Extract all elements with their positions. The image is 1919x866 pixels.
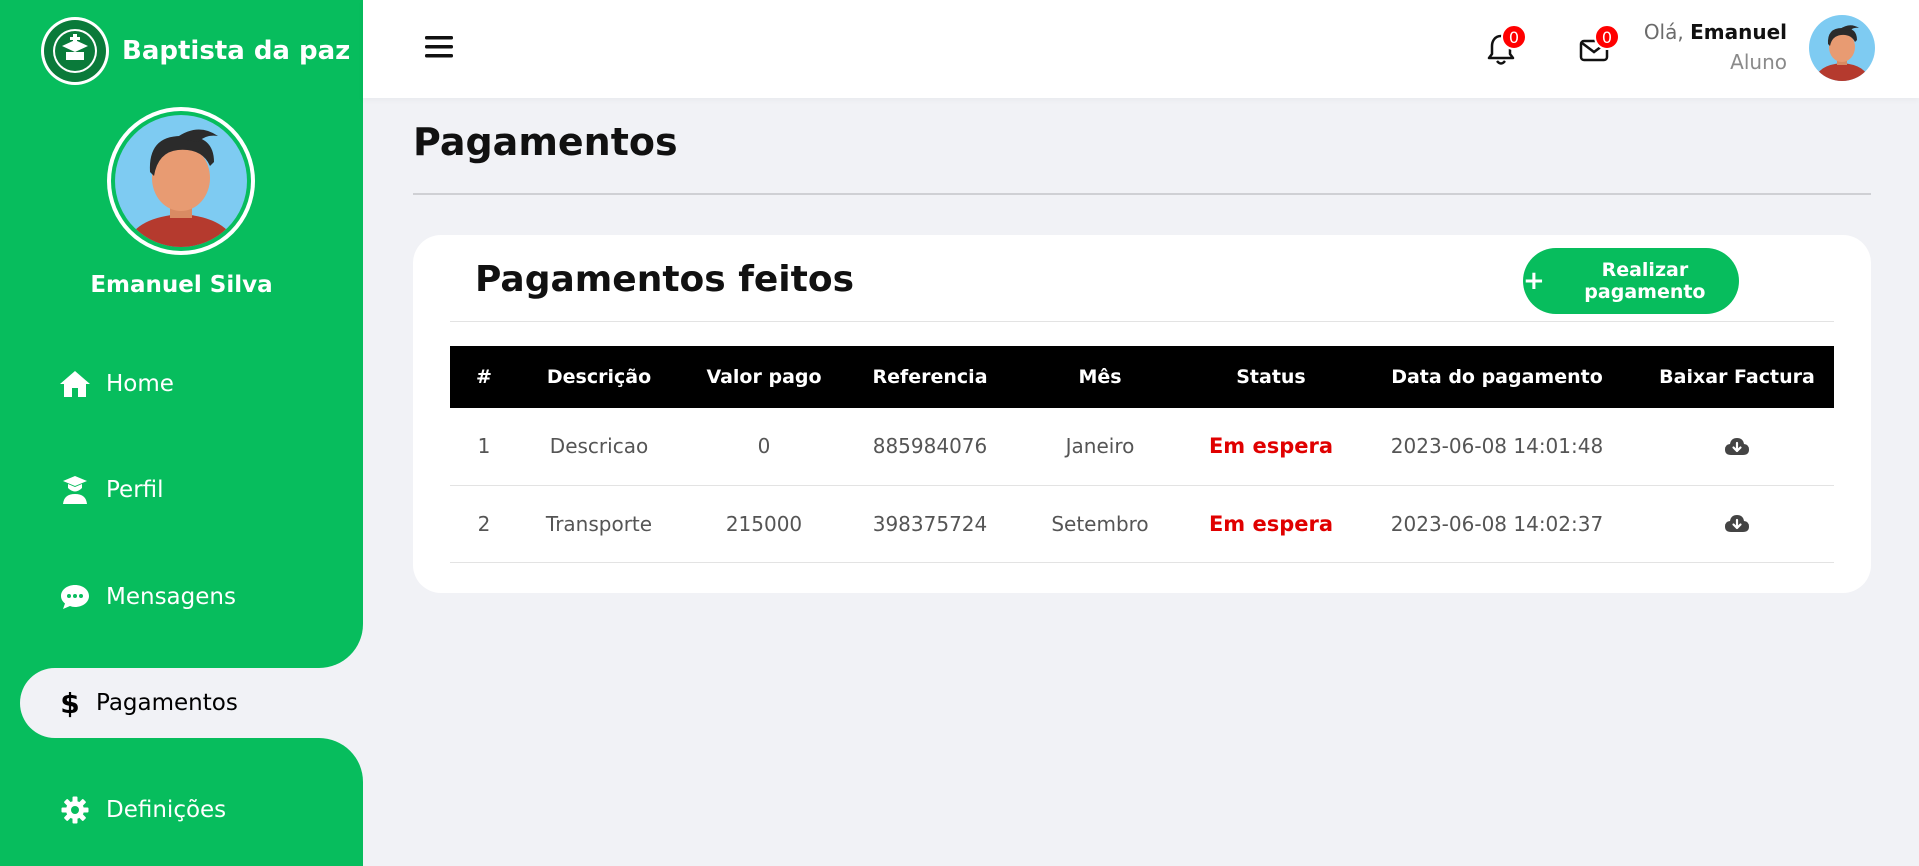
student-icon xyxy=(58,473,92,507)
sidebar-item-label: Home xyxy=(106,371,174,397)
column-header: Referencia xyxy=(872,366,988,388)
menu-toggle-icon[interactable] xyxy=(423,31,455,63)
messages-button[interactable]: 0 xyxy=(1574,24,1620,68)
sidebar-item-label: Mensagens xyxy=(106,584,236,610)
cell-referencia: 398375724 xyxy=(872,511,988,536)
status-badge: Em espera xyxy=(1208,434,1334,459)
status-badge: Em espera xyxy=(1208,511,1334,536)
sidebar-item-label: Pagamentos xyxy=(96,690,238,716)
card-divider xyxy=(450,321,1834,322)
sidebar: Baptista da paz Emanuel Silva Home Perfi… xyxy=(0,0,363,866)
cell-mes: Setembro xyxy=(1051,511,1149,536)
cell-num: 2 xyxy=(477,511,491,536)
active-curve-top xyxy=(319,624,363,668)
user-role: Aluno xyxy=(1730,50,1787,74)
table-row: 1 Descricao 0 885984076 Janeiro Em esper… xyxy=(450,408,1834,485)
card-title: Pagamentos feitos xyxy=(475,259,855,300)
plus-icon: + xyxy=(1523,266,1545,296)
notifications-badge: 0 xyxy=(1501,24,1527,50)
user-first-name: Emanuel xyxy=(1690,20,1787,44)
school-logo-icon xyxy=(41,17,109,85)
cell-descricao: Transporte xyxy=(545,511,653,536)
chat-icon xyxy=(58,580,92,614)
dollar-icon: $ xyxy=(58,686,82,720)
sidebar-item-pagamentos[interactable]: $ Pagamentos xyxy=(20,668,363,738)
cell-data: 2023-06-08 14:02:37 xyxy=(1390,511,1604,536)
greeting-prefix: Olá, xyxy=(1643,20,1684,44)
messages-badge: 0 xyxy=(1594,24,1620,50)
brand[interactable]: Baptista da paz xyxy=(40,16,350,86)
home-icon xyxy=(58,367,92,401)
table-row: 2 Transporte 215000 398375724 Setembro E… xyxy=(450,485,1834,562)
sidebar-item-definicoes[interactable]: Definições xyxy=(20,775,363,845)
sidebar-item-home[interactable]: Home xyxy=(20,349,363,419)
column-header: Data do pagamento xyxy=(1391,366,1603,388)
profile-name: Emanuel Silva xyxy=(90,272,273,298)
payments-card: Pagamentos feitos + Realizar pagamento #… xyxy=(413,235,1871,593)
topbar: 0 0 Olá, Emanuel Aluno xyxy=(363,0,1919,98)
notifications-button[interactable]: 0 xyxy=(1481,24,1527,68)
make-payment-button[interactable]: + Realizar pagamento xyxy=(1523,248,1739,314)
cell-num: 1 xyxy=(477,434,491,459)
cell-mes: Janeiro xyxy=(1065,434,1135,459)
column-header: # xyxy=(476,366,492,388)
sidebar-item-label: Definições xyxy=(106,797,227,823)
brand-name: Baptista da paz xyxy=(122,36,351,66)
cell-referencia: 885984076 xyxy=(872,434,988,459)
column-header: Descrição xyxy=(546,366,652,388)
cell-valor: 0 xyxy=(757,434,771,459)
gear-icon xyxy=(58,793,92,827)
make-payment-label: Realizar pagamento xyxy=(1584,259,1706,303)
cloud-download-icon[interactable] xyxy=(1724,511,1750,537)
cell-valor: 215000 xyxy=(725,511,803,536)
column-header: Mês xyxy=(1078,366,1122,388)
user-avatar[interactable] xyxy=(1809,15,1875,81)
profile-avatar xyxy=(107,107,255,255)
column-header: Valor pago xyxy=(706,366,822,388)
page-title: Pagamentos xyxy=(413,120,678,164)
payments-table: # Descrição Valor pago Referencia Mês St… xyxy=(450,346,1834,563)
cloud-download-icon[interactable] xyxy=(1724,434,1750,460)
sidebar-item-perfil[interactable]: Perfil xyxy=(20,455,363,525)
column-header: Baixar Factura xyxy=(1659,366,1815,388)
sidebar-item-mensagens[interactable]: Mensagens xyxy=(20,562,363,632)
title-divider xyxy=(413,193,1871,195)
table-header-row: # Descrição Valor pago Referencia Mês St… xyxy=(450,346,1834,408)
column-header: Status xyxy=(1236,366,1306,388)
cell-data: 2023-06-08 14:01:48 xyxy=(1390,434,1604,459)
user-greeting: Olá, Emanuel Aluno xyxy=(1644,20,1787,74)
sidebar-item-label: Perfil xyxy=(106,477,164,503)
svg-text:$: $ xyxy=(60,688,79,718)
cell-download xyxy=(1640,408,1834,485)
cell-download xyxy=(1640,485,1834,562)
cell-descricao: Descricao xyxy=(549,434,649,459)
